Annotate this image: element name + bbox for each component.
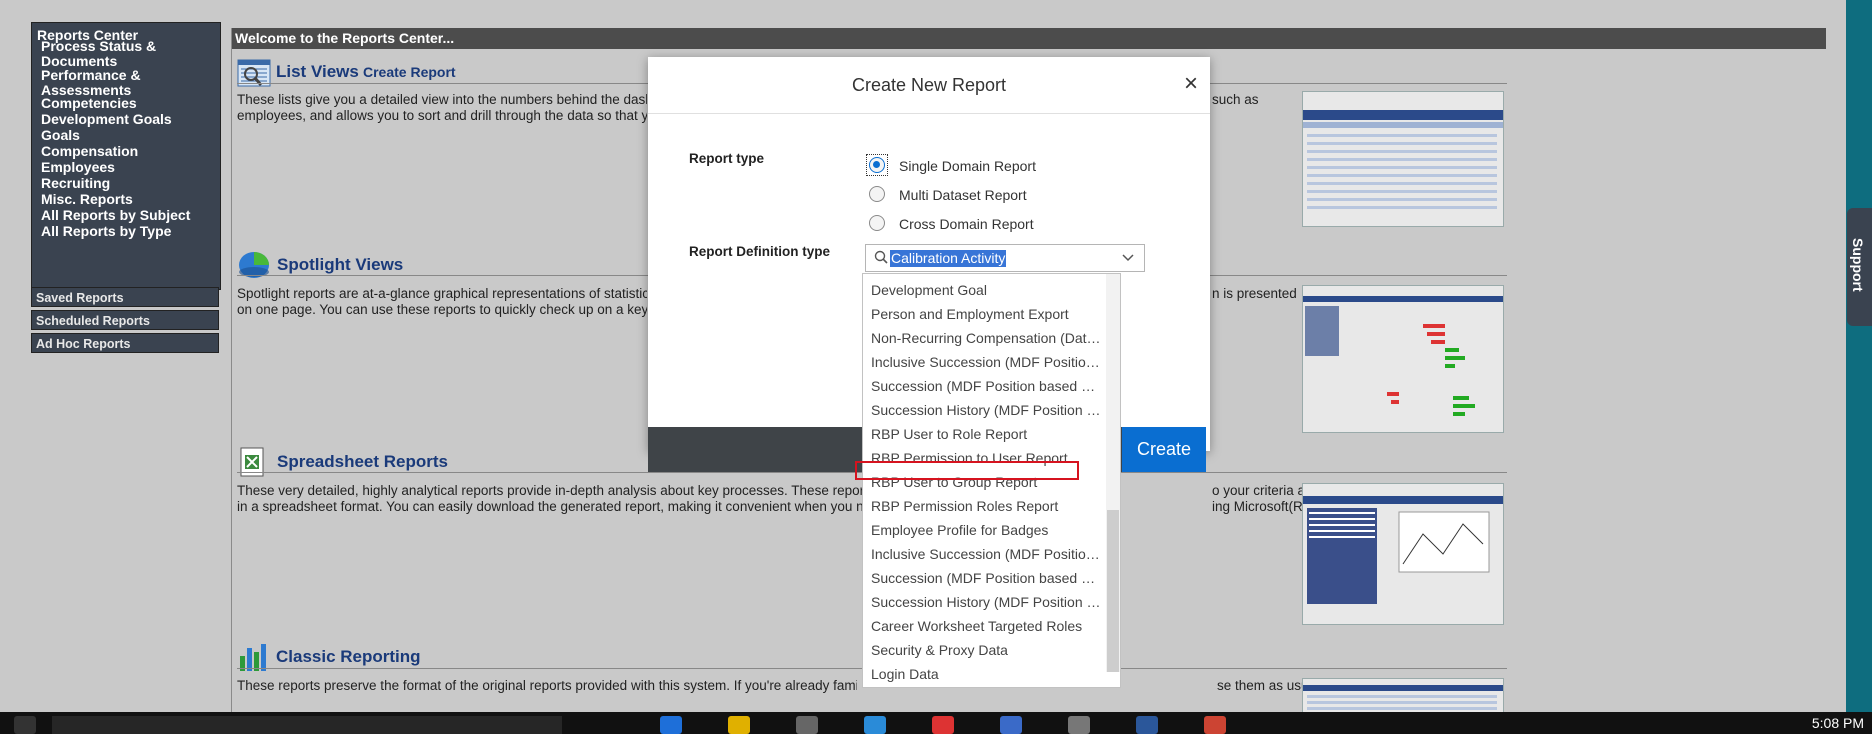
app-icon[interactable] bbox=[796, 716, 818, 734]
close-icon[interactable]: × bbox=[1178, 71, 1204, 97]
search-icon bbox=[874, 250, 888, 264]
create-button[interactable]: Create bbox=[1122, 427, 1206, 472]
list-item[interactable]: Succession (MDF Position based n… bbox=[871, 569, 1101, 587]
list-item[interactable]: Person and Employment Export bbox=[871, 305, 1101, 323]
list-item[interactable]: Career Worksheet Targeted Roles bbox=[871, 617, 1101, 635]
app-icon[interactable] bbox=[1136, 716, 1158, 734]
report-definition-dropdown-list[interactable]: Development Goal Person and Employment E… bbox=[862, 273, 1121, 688]
chevron-down-icon[interactable] bbox=[1122, 251, 1134, 263]
list-item[interactable]: Succession History (MDF Position b… bbox=[871, 593, 1101, 611]
list-item[interactable]: Employee Profile for Badges bbox=[871, 521, 1101, 539]
start-icon[interactable] bbox=[14, 716, 36, 734]
app-icon[interactable] bbox=[1068, 716, 1090, 734]
list-item[interactable]: Inclusive Succession (MDF Position… bbox=[871, 353, 1101, 371]
taskbar-search-box[interactable] bbox=[52, 716, 562, 734]
support-tab-label[interactable]: Support bbox=[1850, 238, 1866, 292]
os-taskbar: 5:08 PM bbox=[0, 712, 1872, 734]
radio-label-cross-domain[interactable]: Cross Domain Report bbox=[899, 216, 1034, 232]
app-icon[interactable] bbox=[660, 716, 682, 734]
radio-multi-dataset[interactable] bbox=[869, 186, 885, 202]
radio-single-domain[interactable] bbox=[869, 157, 885, 173]
report-type-label: Report type bbox=[689, 151, 765, 166]
annotation-highlight-box bbox=[855, 461, 1079, 480]
app-icon[interactable] bbox=[1204, 716, 1226, 734]
radio-label-single-domain[interactable]: Single Domain Report bbox=[899, 158, 1036, 174]
list-item[interactable]: Login Data bbox=[871, 665, 1101, 683]
dialog-header-divider bbox=[648, 113, 1210, 114]
list-item[interactable]: Development Goal bbox=[871, 281, 1101, 299]
taskbar-clock[interactable]: 5:08 PM bbox=[1812, 715, 1864, 731]
list-item[interactable]: RBP User to Role Report bbox=[871, 425, 1101, 443]
app-icon[interactable] bbox=[1000, 716, 1022, 734]
dialog-title: Create New Report bbox=[851, 75, 1007, 95]
report-definition-type-label: Report Definition type bbox=[689, 244, 830, 259]
dropdown-scrollbar-thumb[interactable] bbox=[1107, 510, 1119, 672]
report-definition-type-combobox[interactable]: Calibration Activity bbox=[865, 244, 1145, 272]
browser-icon[interactable] bbox=[932, 716, 954, 734]
list-item[interactable]: RBP Permission Roles Report bbox=[871, 497, 1101, 515]
support-tab[interactable]: Support bbox=[1847, 208, 1872, 326]
radio-label-multi-dataset[interactable]: Multi Dataset Report bbox=[899, 187, 1027, 203]
list-item[interactable]: Security & Proxy Data bbox=[871, 641, 1101, 659]
folder-icon[interactable] bbox=[728, 716, 750, 734]
combobox-value[interactable]: Calibration Activity bbox=[890, 250, 1007, 267]
app-icon[interactable] bbox=[864, 716, 886, 734]
radio-cross-domain[interactable] bbox=[869, 215, 885, 231]
list-item[interactable]: Inclusive Succession (MDF Position… bbox=[871, 545, 1101, 563]
list-item[interactable]: Non-Recurring Compensation (Date… bbox=[871, 329, 1101, 347]
list-item[interactable]: Succession (MDF Position based n… bbox=[871, 377, 1101, 395]
list-item[interactable]: Succession History (MDF Position b… bbox=[871, 401, 1101, 419]
